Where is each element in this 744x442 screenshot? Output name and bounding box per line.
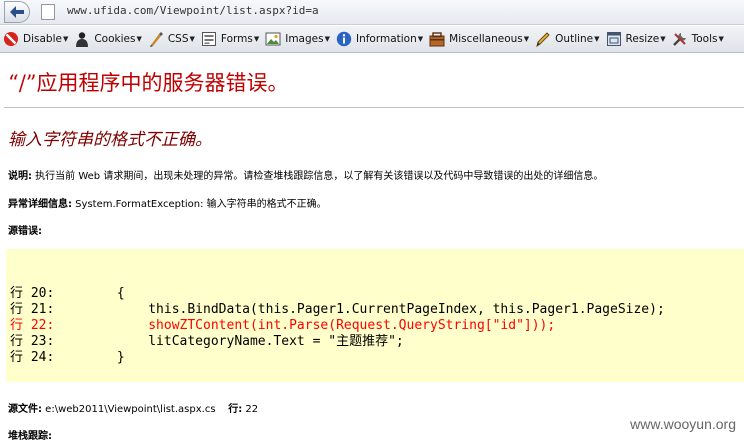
tools-icon (672, 31, 689, 48)
code-line: 行 24: } (10, 350, 125, 365)
toolbar-label: Tools (691, 33, 718, 45)
error-subtitle: 输入字符串的格式不正确。 (8, 130, 212, 150)
source-code-block: 行 20: { 行 21: this.BindData(this.Pager1.… (6, 249, 744, 382)
exception-label: 异常详细信息: (8, 199, 72, 210)
source-file-label: 源文件: (8, 404, 42, 415)
web-developer-toolbar: Disable ▼ Cookies ▼ CSS ▼ Forms ▼ Images ▼ In… (0, 26, 744, 53)
toolbar-images-menu[interactable]: Images ▼ (265, 28, 330, 50)
toolbar-label: Images (285, 33, 324, 45)
source-file: 源文件: e:\web2011\Viewpoint\list.aspx.cs 行… (8, 400, 258, 415)
stack-trace-heading: 堆栈跟踪: (8, 427, 52, 442)
miscellaneous-icon (429, 31, 446, 48)
error-title: “/”应用程序中的服务器错误。 (8, 71, 289, 95)
cookies-icon (74, 31, 91, 48)
toolbar-label: Information (355, 33, 417, 45)
exception-details: 异常详细信息: System.FormatException: 输入字符串的格式… (8, 195, 327, 210)
toolbar-label: Miscellaneous (449, 33, 523, 45)
source-error-heading: 源错误: (8, 222, 42, 237)
images-icon (265, 31, 282, 48)
resize-icon (606, 31, 623, 48)
line-number: 22 (242, 404, 259, 415)
toolbar-tools-menu[interactable]: Tools ▼ (672, 28, 724, 50)
information-icon (336, 31, 353, 48)
css-icon (148, 31, 165, 48)
toolbar-information-menu[interactable]: Information ▼ (336, 28, 423, 50)
address-bar: www.ufida.com/Viewpoint/list.aspx?id=a (0, 0, 744, 25)
back-button[interactable] (4, 1, 30, 23)
forms-icon (201, 31, 218, 48)
description-label: 说明: (8, 171, 32, 182)
exception-text: System.FormatException: 输入字符串的格式不正确。 (72, 199, 327, 210)
toolbar-forms-menu[interactable]: Forms ▼ (201, 28, 259, 50)
toolbar-label: Forms (220, 33, 253, 45)
divider (4, 107, 744, 108)
toolbar-css-menu[interactable]: CSS ▼ (148, 28, 195, 50)
description-text: 执行当前 Web 请求期间，出现未处理的异常。请检查堆栈跟踪信息，以了解有关该错… (32, 171, 604, 182)
source-file-path: e:\web2011\Viewpoint\list.aspx.cs (42, 404, 216, 415)
page-icon (41, 4, 55, 20)
toolbar-label: Outline (555, 33, 594, 45)
toolbar-miscellaneous-menu[interactable]: Miscellaneous ▼ (429, 28, 529, 50)
watermark: www.wooyun.org (630, 416, 736, 432)
back-arrow-icon (10, 6, 24, 18)
outline-icon (535, 31, 552, 48)
toolbar-disable-menu[interactable]: Disable ▼ (3, 28, 68, 50)
toolbar-outline-menu[interactable]: Outline ▼ (535, 28, 600, 50)
toolbar-resize-menu[interactable]: Resize ▼ (606, 28, 666, 50)
url-field[interactable]: www.ufida.com/Viewpoint/list.aspx?id=a (67, 4, 319, 17)
stack-trace-label: 堆栈跟踪: (8, 431, 52, 442)
toolbar-label: Resize (625, 33, 660, 45)
line-label: 行: (228, 404, 243, 415)
toolbar-label: Disable (23, 33, 62, 45)
disable-icon (3, 31, 20, 48)
description: 说明: 执行当前 Web 请求期间，出现未处理的异常。请检查堆栈跟踪信息，以了解… (8, 167, 603, 182)
toolbar-label: Cookies (94, 33, 136, 45)
toolbar-label: CSS (167, 33, 189, 45)
toolbar-cookies-menu[interactable]: Cookies ▼ (74, 28, 142, 50)
source-error-label: 源错误: (8, 226, 42, 237)
